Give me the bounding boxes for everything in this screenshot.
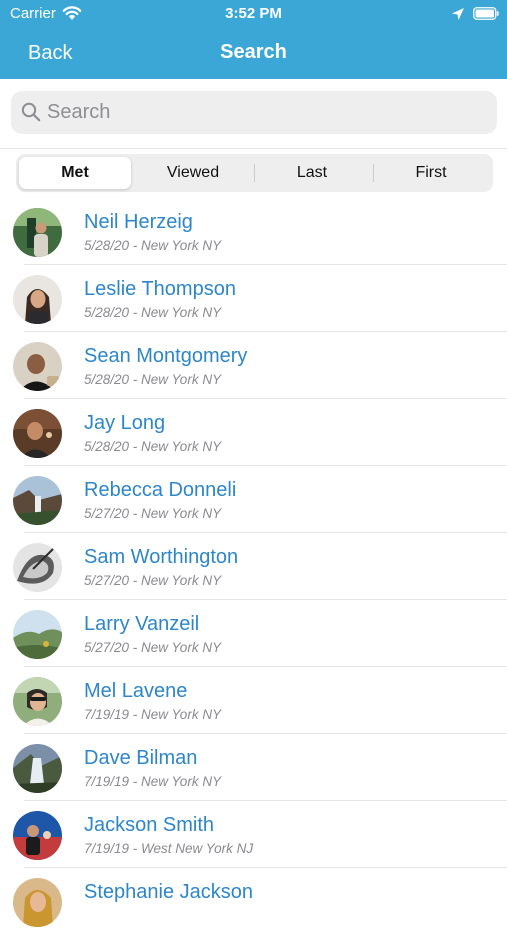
contact-name: Larry Vanzeil [84,613,200,635]
contact-row[interactable]: Sam Worthington 5/27/20 - New York NY [0,533,507,600]
contact-subtitle: 7/19/19 - New York NY [84,707,222,722]
avatar [13,878,62,927]
avatar [13,476,62,525]
contact-name: Dave Bilman [84,747,198,769]
avatar [13,744,62,793]
avatar [13,342,62,391]
contact-name: Stephanie Jackson [84,881,254,903]
battery-icon [473,7,499,20]
segment-met[interactable]: Met [19,157,131,189]
segment-divider [373,164,374,182]
contact-subtitle: 5/27/20 - New York NY [84,506,222,521]
search-icon [21,102,41,122]
location-arrow-icon [452,8,464,20]
segment-first[interactable]: First [375,157,487,189]
nav-bar: Carrier 3:52 PM Back Search [0,0,507,79]
avatar [13,543,62,592]
search-bar [0,79,507,149]
contact-subtitle: 5/28/20 - New York NY [84,372,222,387]
contact-row[interactable]: Stephanie Jackson [0,868,507,935]
contact-subtitle: 5/27/20 - New York NY [84,640,222,655]
contact-subtitle: 5/28/20 - New York NY [84,238,222,253]
contact-row[interactable]: Mel Lavene 7/19/19 - New York NY [0,667,507,734]
contact-name: Mel Lavene [84,680,188,702]
avatar [13,677,62,726]
contact-row[interactable]: Larry Vanzeil 5/27/20 - New York NY [0,600,507,667]
contact-row[interactable]: Rebecca Donneli 5/27/20 - New York NY [0,466,507,533]
segment-viewed[interactable]: Viewed [137,157,249,189]
contact-name: Rebecca Donneli [84,479,237,501]
search-input[interactable] [47,91,477,134]
contact-row[interactable]: Leslie Thompson 5/28/20 - New York NY [0,265,507,332]
contact-subtitle: 7/19/19 - West New York NJ [84,841,254,856]
status-bar: Carrier 3:52 PM [0,0,507,30]
contact-subtitle: 5/27/20 - New York NY [84,573,222,588]
contact-name: Neil Herzeig [84,211,193,233]
contact-name: Sean Montgomery [84,345,248,367]
contact-row[interactable]: Jackson Smith 7/19/19 - West New York NJ [0,801,507,868]
contact-name: Jay Long [84,412,166,434]
contact-row[interactable]: Jay Long 5/28/20 - New York NY [0,399,507,466]
avatar [13,208,62,257]
contact-name: Jackson Smith [84,814,215,836]
contact-row[interactable]: Dave Bilman 7/19/19 - New York NY [0,734,507,801]
segment-last[interactable]: Last [256,157,368,189]
contact-subtitle: 7/19/19 - New York NY [84,774,222,789]
contact-name: Leslie Thompson [84,278,236,300]
search-field[interactable] [11,91,497,134]
status-time: 3:52 PM [225,5,282,22]
contact-row[interactable]: Neil Herzeig 5/28/20 - New York NY [0,198,507,265]
contact-subtitle: 5/28/20 - New York NY [84,305,222,320]
avatar [13,811,62,860]
avatar [13,409,62,458]
sort-segmented-control: Met Viewed Last First [16,154,493,192]
contact-subtitle: 5/28/20 - New York NY [84,439,222,454]
avatar [13,275,62,324]
contact-list: Neil Herzeig 5/28/20 - New York NY Lesli… [0,198,507,935]
segment-divider [254,164,255,182]
contact-name: Sam Worthington [84,546,239,568]
avatar [13,610,62,659]
page-title: Search [220,41,287,63]
contact-row[interactable]: Sean Montgomery 5/28/20 - New York NY [0,332,507,399]
